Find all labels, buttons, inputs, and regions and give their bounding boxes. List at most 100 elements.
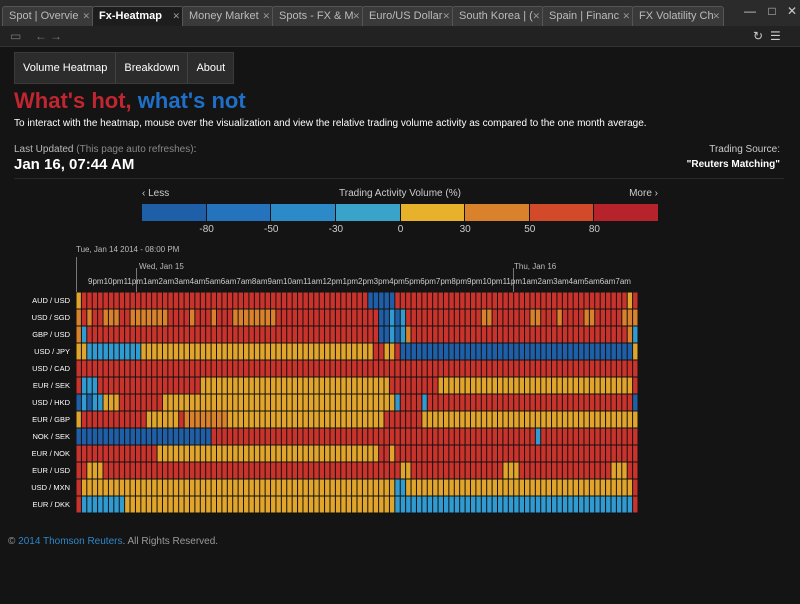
heatmap-cell[interactable] [114, 462, 119, 479]
heatmap-cell[interactable] [584, 292, 589, 309]
heatmap-cell[interactable] [265, 326, 271, 343]
heatmap-cell[interactable] [535, 394, 541, 411]
heatmap-cell[interactable] [357, 377, 362, 394]
heatmap-cell[interactable] [454, 326, 460, 343]
heatmap-cell[interactable] [238, 394, 244, 411]
heatmap-cell[interactable] [346, 394, 352, 411]
heatmap-cell[interactable] [319, 343, 325, 360]
heatmap-cell[interactable] [346, 377, 352, 394]
heatmap-cell[interactable] [389, 428, 395, 445]
heatmap-cell[interactable] [368, 479, 373, 496]
heatmap-cell[interactable] [238, 428, 244, 445]
heatmap-cell[interactable] [481, 309, 487, 326]
heatmap-cell[interactable] [595, 326, 600, 343]
heatmap-cell[interactable] [519, 462, 525, 479]
heatmap-cell[interactable] [552, 343, 557, 360]
heatmap-cell[interactable] [481, 292, 487, 309]
heatmap-cell[interactable] [152, 360, 157, 377]
heatmap-cell[interactable] [627, 411, 633, 428]
heatmap-cell[interactable] [352, 462, 357, 479]
heatmap-cell[interactable] [325, 292, 330, 309]
heatmap-cell[interactable] [325, 394, 330, 411]
heatmap-cell[interactable] [379, 428, 384, 445]
heatmap-cell[interactable] [189, 428, 195, 445]
heatmap-cell[interactable] [287, 411, 292, 428]
heatmap-cell[interactable] [206, 479, 211, 496]
heatmap-cell[interactable] [443, 496, 449, 513]
heatmap-cell[interactable] [227, 360, 233, 377]
heatmap-cell[interactable] [438, 377, 443, 394]
heatmap-cell[interactable] [271, 428, 276, 445]
heatmap-cell[interactable] [298, 496, 303, 513]
heatmap-cell[interactable] [308, 445, 314, 462]
heatmap-cell[interactable] [249, 411, 254, 428]
heatmap-cell[interactable] [541, 394, 546, 411]
heatmap-cell[interactable] [227, 496, 233, 513]
heatmap-cell[interactable] [616, 394, 622, 411]
heatmap-cell[interactable] [433, 394, 438, 411]
heatmap-cell[interactable] [498, 428, 503, 445]
heatmap-cell[interactable] [206, 462, 211, 479]
heatmap-cell[interactable] [330, 394, 335, 411]
heatmap-cell[interactable] [346, 292, 352, 309]
heatmap-cell[interactable] [384, 496, 389, 513]
heatmap-cell[interactable] [157, 462, 162, 479]
heatmap-cell[interactable] [179, 292, 184, 309]
heatmap-cell[interactable] [622, 377, 627, 394]
heatmap-cell[interactable] [244, 377, 249, 394]
heatmap-cell[interactable] [530, 309, 535, 326]
heatmap-cell[interactable] [254, 360, 260, 377]
heatmap-cell[interactable] [227, 394, 233, 411]
tab-fx-heatmap[interactable]: Fx-Heatmap ✕ [92, 6, 184, 26]
heatmap-cell[interactable] [130, 309, 135, 326]
heatmap-cell[interactable] [427, 445, 433, 462]
heatmap-cell[interactable] [525, 445, 530, 462]
heatmap-cell[interactable] [141, 462, 146, 479]
heatmap-cell[interactable] [276, 445, 281, 462]
heatmap-cell[interactable] [579, 428, 584, 445]
heatmap-cell[interactable] [508, 394, 514, 411]
heatmap-cell[interactable] [362, 479, 368, 496]
heatmap-cell[interactable] [152, 377, 157, 394]
heatmap-cell[interactable] [492, 411, 497, 428]
heatmap-cell[interactable] [114, 326, 119, 343]
heatmap-cell[interactable] [600, 411, 606, 428]
heatmap-cell[interactable] [465, 377, 470, 394]
heatmap-cell[interactable] [616, 377, 622, 394]
heatmap-cell[interactable] [411, 309, 416, 326]
heatmap-cell[interactable] [487, 394, 492, 411]
heatmap-cell[interactable] [292, 309, 298, 326]
heatmap-cell[interactable] [335, 411, 341, 428]
heatmap-cell[interactable] [557, 411, 562, 428]
heatmap-cell[interactable] [141, 428, 146, 445]
heatmap-cell[interactable] [146, 326, 152, 343]
heatmap-cell[interactable] [357, 292, 362, 309]
heatmap-cell[interactable] [568, 394, 573, 411]
heatmap-cell[interactable] [352, 326, 357, 343]
heatmap-cell[interactable] [438, 394, 443, 411]
heatmap-cell[interactable] [76, 292, 81, 309]
heatmap-cell[interactable] [287, 292, 292, 309]
heatmap-cell[interactable] [314, 411, 319, 428]
heatmap-cell[interactable] [135, 360, 141, 377]
heatmap-cell[interactable] [433, 462, 438, 479]
heatmap-cell[interactable] [76, 377, 81, 394]
heatmap-cell[interactable] [389, 479, 395, 496]
heatmap-cell[interactable] [189, 445, 195, 462]
heatmap-cell[interactable] [141, 411, 146, 428]
heatmap-cell[interactable] [541, 428, 546, 445]
heatmap-cell[interactable] [546, 445, 552, 462]
heatmap-cell[interactable] [217, 309, 222, 326]
heatmap-cell[interactable] [622, 462, 627, 479]
heatmap-cell[interactable] [352, 428, 357, 445]
heatmap-cell[interactable] [573, 496, 579, 513]
heatmap-cell[interactable] [411, 462, 416, 479]
heatmap-cell[interactable] [303, 394, 308, 411]
heatmap-cell[interactable] [114, 428, 119, 445]
heatmap-cell[interactable] [589, 377, 595, 394]
heatmap-cell[interactable] [162, 411, 168, 428]
heatmap-cell[interactable] [400, 360, 406, 377]
heatmap-cell[interactable] [541, 343, 546, 360]
heatmap-cell[interactable] [362, 445, 368, 462]
heatmap-cell[interactable] [627, 377, 633, 394]
